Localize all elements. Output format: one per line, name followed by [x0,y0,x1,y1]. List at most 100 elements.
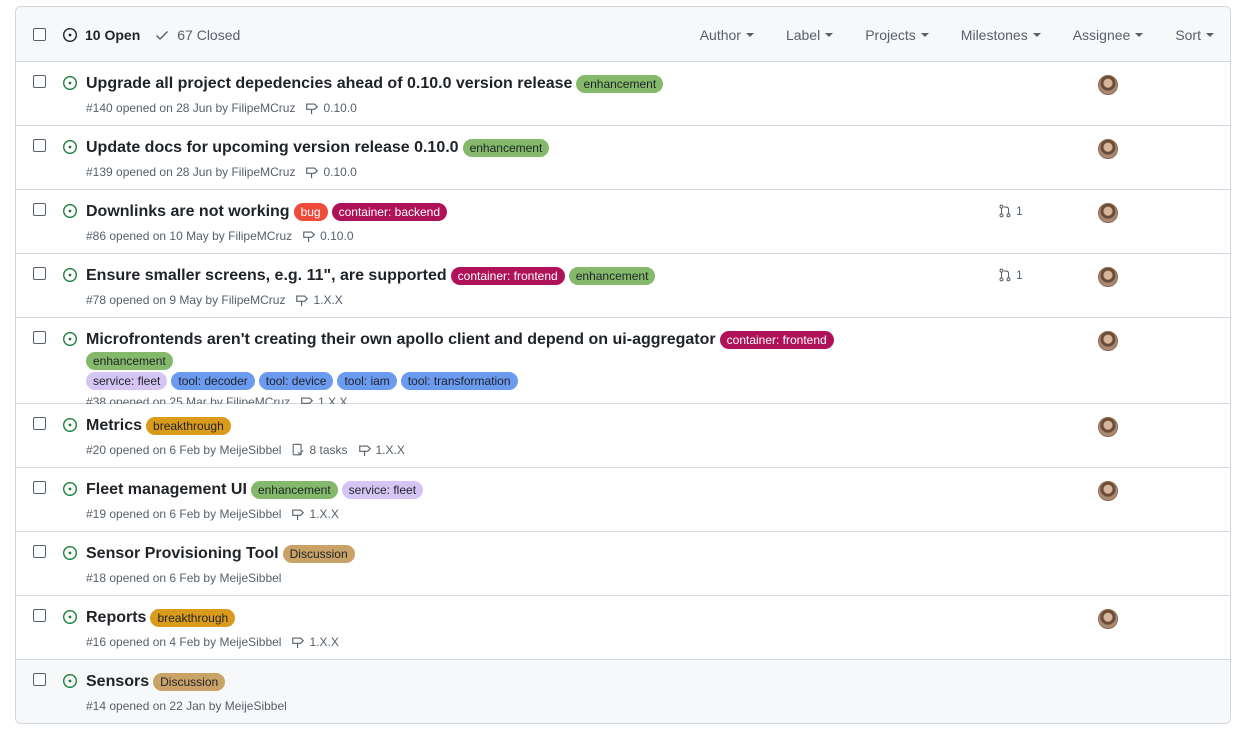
issue-label[interactable]: Discussion [282,545,355,563]
issue-main: Fleet management UI enhancement service: f… [86,478,910,523]
linked-pull-request[interactable]: 1 [998,204,1023,218]
assignee-filter[interactable]: Assignee [1073,27,1144,43]
issue-title-link[interactable]: Fleet management UI [86,478,247,502]
issue-select-checkbox[interactable] [33,139,46,152]
sort-filter[interactable]: Sort [1175,27,1214,43]
issue-meta: #140 opened on 28 Jun by FilipeMCruz 0.10… [86,99,910,117]
caret-down-icon [745,32,754,37]
milestone-name: 0.10.0 [323,101,357,115]
milestone-link[interactable]: 1.X.X [358,441,405,459]
caret-down-icon [1032,32,1041,37]
issue-select-checkbox[interactable] [33,545,46,558]
task-progress[interactable]: 8 tasks [291,441,348,459]
issue-meta: #78 opened on 9 May by FilipeMCruz 1.X.X [86,291,910,309]
milestone-icon [358,445,371,457]
caret-down-icon [1206,32,1214,37]
issue-label[interactable]: bug [293,203,328,221]
issue-label[interactable]: service: fleet [341,481,424,499]
issue-meta: #18 opened on 6 Feb by MeijeSibbel [86,569,910,587]
issue-labels-extra: service: fleet tool: decoder tool: device t… [86,372,910,390]
milestone-link[interactable]: 1.X.X [291,633,339,651]
issue-title-link[interactable]: Upgrade all project depedencies ahead of… [86,72,572,96]
select-all-checkbox[interactable] [33,28,46,41]
milestone-name: 1.X.X [309,507,339,521]
assignee-avatar[interactable] [1098,609,1118,629]
issue-title-link[interactable]: Sensors [86,670,149,694]
assignee-avatar[interactable] [1098,331,1118,351]
projects-filter-label: Projects [865,26,916,43]
issue-label[interactable]: container: frontend [719,331,834,349]
milestone-link[interactable]: 0.10.0 [302,227,354,245]
closed-issues-link[interactable]: 67 Closed [154,27,240,43]
issue-label[interactable]: enhancement [250,481,338,499]
linked-pr-count: 1 [1016,268,1023,282]
assignee-avatar[interactable] [1098,139,1118,159]
projects-filter[interactable]: Projects [865,27,929,43]
milestone-link[interactable]: 0.10.0 [305,99,357,117]
sort-filter-label: Sort [1175,26,1201,43]
issue-main: Update docs for upcoming version release… [86,136,910,181]
issue-select-checkbox[interactable] [33,75,46,88]
issues-list-box: 10 Open 67 Closed Author Label Projects … [15,6,1231,724]
issue-main: Reports breakthrough #16 opened on 4 Feb b… [86,606,910,651]
milestone-link[interactable]: 1.X.X [295,291,343,309]
issue-label[interactable]: tool: device [258,372,334,390]
issue-label[interactable]: breakthrough [146,417,231,435]
issue-opened-icon [62,609,78,625]
issue-select-checkbox[interactable] [33,481,46,494]
issue-title-link[interactable]: Ensure smaller screens, e.g. 11", are su… [86,264,447,288]
issue-label[interactable]: enhancement [86,352,173,370]
issue-title-link[interactable]: Downlinks are not working [86,200,290,224]
issue-opened-icon [62,331,78,347]
issue-select-checkbox[interactable] [33,203,46,216]
issue-label[interactable]: enhancement [568,267,656,285]
linked-pull-request[interactable]: 1 [998,268,1023,282]
issue-label[interactable]: tool: decoder [171,372,255,390]
issue-title-link[interactable]: Microfrontends aren't creating their own… [86,328,716,352]
issues-list-header: 10 Open 67 Closed Author Label Projects … [16,7,1230,62]
issue-opened-meta: #86 opened on 10 May by FilipeMCruz [86,229,293,243]
assignee-avatar[interactable] [1098,75,1118,95]
issue-select-checkbox[interactable] [33,331,46,344]
issue-title-link[interactable]: Update docs for upcoming version release… [86,136,459,160]
issue-label[interactable]: container: backend [331,203,448,221]
caret-down-icon [825,32,834,37]
milestone-link[interactable]: 1.X.X [291,505,339,523]
issue-title-link[interactable]: Reports [86,606,146,630]
issue-main: Downlinks are not working bug container: b… [86,200,910,245]
author-filter[interactable]: Author [700,27,754,43]
issue-opened-icon [62,267,78,283]
author-filter-label: Author [699,26,741,43]
linked-pr-count: 1 [1016,204,1023,218]
assignee-avatar[interactable] [1098,203,1118,223]
issue-row: Upgrade all project depedencies ahead of… [16,62,1230,126]
open-issues-link[interactable]: 10 Open [62,27,140,43]
pull-request-icon [999,204,1011,218]
assignee-avatar[interactable] [1098,481,1118,501]
open-issues-label: 10 Open [85,26,141,43]
issue-title-link[interactable]: Sensor Provisioning Tool [86,542,279,566]
issue-label[interactable]: enhancement [576,75,664,93]
issue-select-checkbox[interactable] [33,417,46,430]
issue-title-link[interactable]: Metrics [86,414,142,438]
issue-opened-meta: #20 opened on 6 Feb by MeijeSibbel [86,443,282,457]
milestone-link[interactable]: 0.10.0 [305,163,357,181]
issue-meta: #19 opened on 6 Feb by MeijeSibbel 1.X.X [86,505,910,523]
label-filter[interactable]: Label [786,27,834,43]
issue-meta: #20 opened on 6 Feb by MeijeSibbel 8 task… [86,441,910,459]
issue-select-checkbox[interactable] [33,673,46,686]
issue-label[interactable]: breakthrough [150,609,236,627]
assignee-avatar[interactable] [1098,267,1118,287]
issue-label[interactable]: tool: iam [337,372,397,390]
issue-label[interactable]: service: fleet [86,372,168,390]
issue-title-line: Microfrontends aren't creating their own… [86,328,910,370]
issue-label[interactable]: tool: transformation [400,372,518,390]
issue-select-checkbox[interactable] [33,609,46,622]
issue-label[interactable]: enhancement [462,139,550,157]
issue-select-checkbox[interactable] [33,267,46,280]
assignee-avatar[interactable] [1098,417,1118,437]
issue-label[interactable]: Discussion [153,673,226,691]
milestone-name: 0.10.0 [320,229,354,243]
issue-label[interactable]: container: frontend [450,267,565,285]
milestones-filter[interactable]: Milestones [961,27,1041,43]
